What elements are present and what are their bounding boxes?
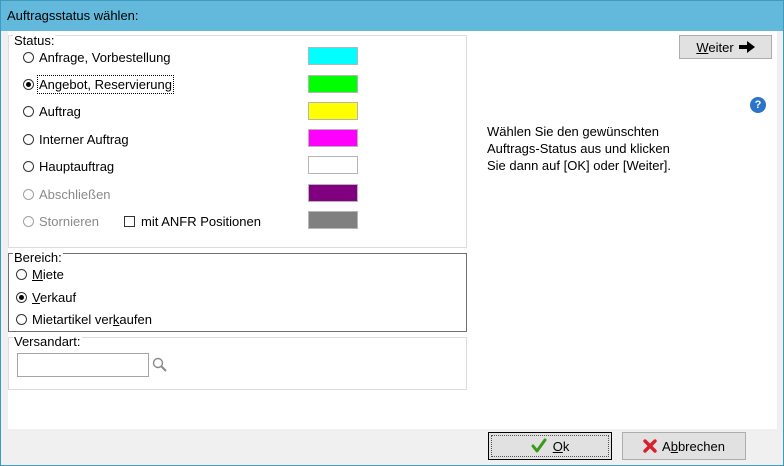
status-label-auftrag: Auftrag bbox=[39, 103, 81, 119]
anfr-positionen-label: mit ANFR Positionen bbox=[141, 213, 261, 229]
color-swatch-anfrage bbox=[308, 47, 358, 65]
status-legend: Status: bbox=[13, 33, 56, 48]
status-label-stornieren: Stornieren bbox=[39, 213, 99, 229]
status-option-abschliessen[interactable]: Abschließen bbox=[23, 185, 111, 203]
radio-hauptauftrag[interactable] bbox=[23, 160, 34, 172]
status-option-auftrag[interactable]: Auftrag bbox=[23, 102, 81, 120]
bereich-label-mietartikel-verkaufen: Mietartikel verkaufen bbox=[32, 311, 152, 327]
dialog-client-area: Status: Anfrage, Vorbestellung Angebot, … bbox=[8, 31, 777, 429]
color-swatch-interner-auftrag bbox=[308, 129, 358, 147]
color-swatch-auftrag bbox=[308, 102, 358, 120]
bereich-option-mietartikel-verkaufen[interactable]: Mietartikel verkaufen bbox=[16, 310, 152, 328]
radio-auftrag[interactable] bbox=[23, 105, 34, 117]
bereich-option-miete[interactable]: Miete bbox=[16, 265, 64, 283]
bereich-group: Bereich: Miete Verkauf Mietartikel verka… bbox=[8, 250, 467, 332]
status-option-angebot[interactable]: Angebot, Reservierung bbox=[23, 74, 174, 94]
arrow-right-icon bbox=[738, 41, 755, 53]
anfr-positionen-checkbox[interactable] bbox=[124, 215, 135, 227]
bereich-label-verkauf: Verkauf bbox=[32, 289, 77, 305]
bereich-option-verkauf[interactable]: Verkauf bbox=[16, 288, 76, 306]
ok-button[interactable]: Ok bbox=[488, 432, 612, 460]
status-label-angebot: Angebot, Reservierung bbox=[37, 74, 174, 94]
status-option-anfrage[interactable]: Anfrage, Vorbestellung bbox=[23, 48, 171, 66]
cancel-label: Abbrechen bbox=[662, 438, 725, 454]
window-title: Auftragsstatus wählen: bbox=[7, 8, 139, 23]
radio-stornieren[interactable] bbox=[23, 215, 34, 227]
radio-verkauf[interactable] bbox=[16, 291, 27, 303]
bereich-legend: Bereich: bbox=[13, 250, 63, 265]
status-option-hauptauftrag[interactable]: Hauptauftrag bbox=[23, 157, 114, 175]
checkmark-icon bbox=[531, 438, 547, 454]
radio-anfrage[interactable] bbox=[23, 51, 34, 63]
status-label-hauptauftrag: Hauptauftrag bbox=[39, 158, 115, 174]
weiter-label: Weiter bbox=[696, 39, 734, 55]
color-swatch-stornieren bbox=[308, 211, 358, 229]
help-icon[interactable]: ? bbox=[750, 97, 766, 113]
versandart-group: Versandart: bbox=[8, 334, 467, 390]
title-bar[interactable]: Auftragsstatus wählen: bbox=[1, 1, 783, 31]
anfr-positionen-checkbox-row[interactable]: mit ANFR Positionen bbox=[124, 212, 261, 230]
status-label-abschliessen: Abschließen bbox=[39, 186, 111, 202]
radio-mietartikel-verkaufen[interactable] bbox=[16, 313, 27, 325]
versandart-legend: Versandart: bbox=[13, 334, 82, 349]
color-swatch-angebot bbox=[308, 75, 358, 93]
radio-interner-auftrag[interactable] bbox=[23, 133, 34, 145]
color-swatch-abschliessen bbox=[308, 184, 358, 202]
radio-miete[interactable] bbox=[16, 268, 27, 280]
status-option-stornieren[interactable]: Stornieren bbox=[23, 212, 99, 230]
cross-icon bbox=[643, 439, 657, 453]
radio-selected-dot bbox=[19, 294, 24, 300]
status-label-interner-auftrag: Interner Auftrag bbox=[39, 131, 129, 147]
ok-label: Ok bbox=[552, 438, 570, 454]
button-bar: Ok Abbrechen bbox=[1, 429, 783, 465]
magnifier-icon[interactable] bbox=[151, 356, 169, 374]
dialog-window: Auftragsstatus wählen: Status: Anfrage, … bbox=[0, 0, 784, 466]
status-group: Status: Anfrage, Vorbestellung Angebot, … bbox=[8, 33, 467, 248]
radio-selected-dot bbox=[26, 81, 31, 87]
status-label-anfrage: Anfrage, Vorbestellung bbox=[39, 49, 171, 65]
instruction-text: Wählen Sie den gewünschten Auftrags-Stat… bbox=[487, 124, 672, 173]
versandart-input[interactable] bbox=[17, 353, 149, 377]
radio-angebot[interactable] bbox=[23, 78, 34, 90]
cancel-button[interactable]: Abbrechen bbox=[622, 432, 746, 460]
status-option-interner-auftrag[interactable]: Interner Auftrag bbox=[23, 130, 129, 148]
bereich-label-miete: Miete bbox=[32, 266, 64, 282]
weiter-button[interactable]: Weiter bbox=[679, 35, 772, 59]
color-swatch-hauptauftrag bbox=[308, 156, 358, 174]
radio-abschliessen[interactable] bbox=[23, 188, 34, 200]
